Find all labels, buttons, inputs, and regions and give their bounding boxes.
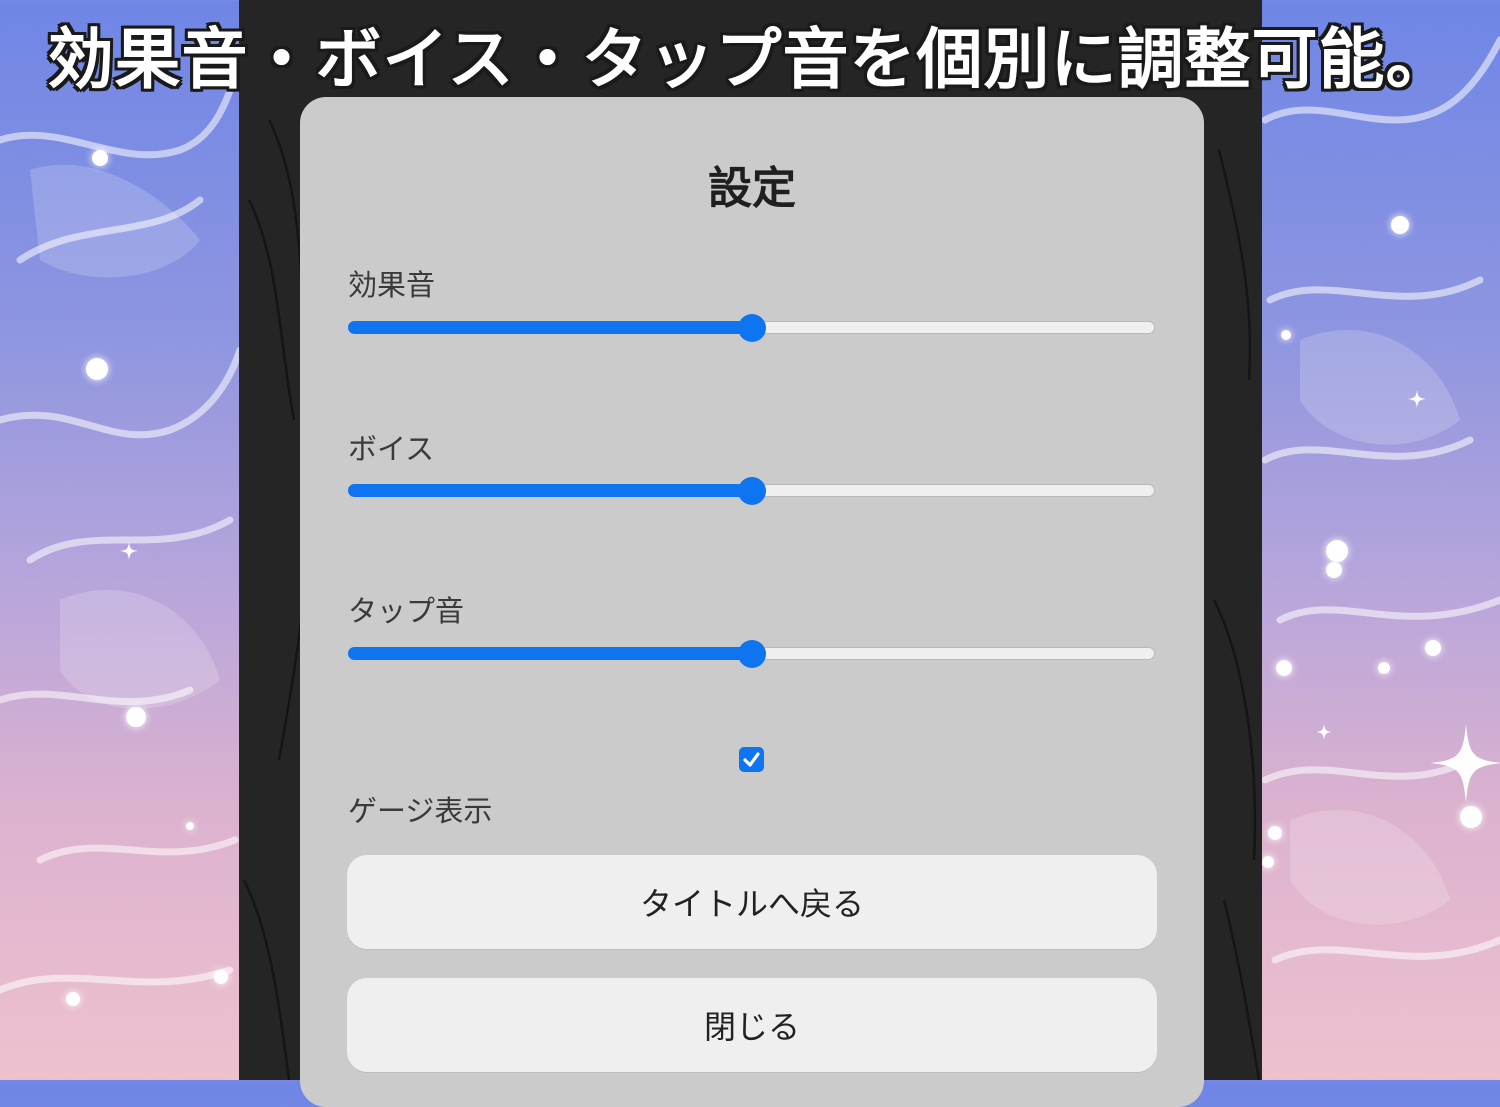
slider-fill [348, 321, 752, 334]
sparkle-dot [1281, 330, 1291, 340]
sparkle-star-icon [1408, 390, 1426, 408]
slider-thumb[interactable] [737, 640, 766, 668]
sparkle-dot [66, 992, 80, 1006]
back-to-title-button[interactable]: タイトルへ戻る [347, 855, 1157, 949]
checkmark-icon [743, 752, 760, 767]
sparkle-star-icon [1430, 724, 1500, 802]
voice-volume-slider[interactable] [348, 476, 1155, 506]
tap-volume-label: タップ音 [348, 594, 465, 628]
sparkle-star-icon [1316, 724, 1332, 740]
sparkle-dot [1326, 562, 1342, 578]
sparkle-dot [1378, 662, 1390, 674]
sparkle-dot [1391, 216, 1409, 234]
sparkle-dot [214, 970, 228, 984]
sfx-volume-slider[interactable] [348, 313, 1155, 343]
slider-fill [348, 647, 752, 660]
promo-banner-title: 効果音・ボイス・タップ音を個別に調整可能。 [47, 20, 1453, 98]
sfx-volume-label: 効果音 [348, 268, 436, 302]
sparkle-star-icon [120, 542, 138, 560]
sparkle-dot [1268, 826, 1282, 840]
sparkle-dot [1425, 640, 1441, 656]
gauge-display-checkbox[interactable] [739, 747, 764, 772]
slider-thumb[interactable] [737, 477, 766, 505]
sparkle-dot [1326, 540, 1348, 562]
sparkle-dot [86, 358, 108, 380]
sparkle-dot [186, 822, 194, 830]
sparkle-dot [1460, 806, 1482, 828]
close-button[interactable]: 閉じる [347, 978, 1157, 1072]
sparkle-dot [1262, 856, 1274, 868]
slider-thumb[interactable] [737, 314, 766, 342]
slider-fill [348, 484, 752, 497]
gauge-display-label: ゲージ表示 [348, 794, 493, 828]
modal-title: 設定 [708, 163, 796, 214]
sparkle-dot [1276, 660, 1292, 676]
voice-volume-label: ボイス [348, 432, 435, 466]
tap-volume-slider[interactable] [348, 639, 1155, 669]
sparkle-dot [126, 707, 146, 727]
sparkle-dot [92, 150, 108, 166]
